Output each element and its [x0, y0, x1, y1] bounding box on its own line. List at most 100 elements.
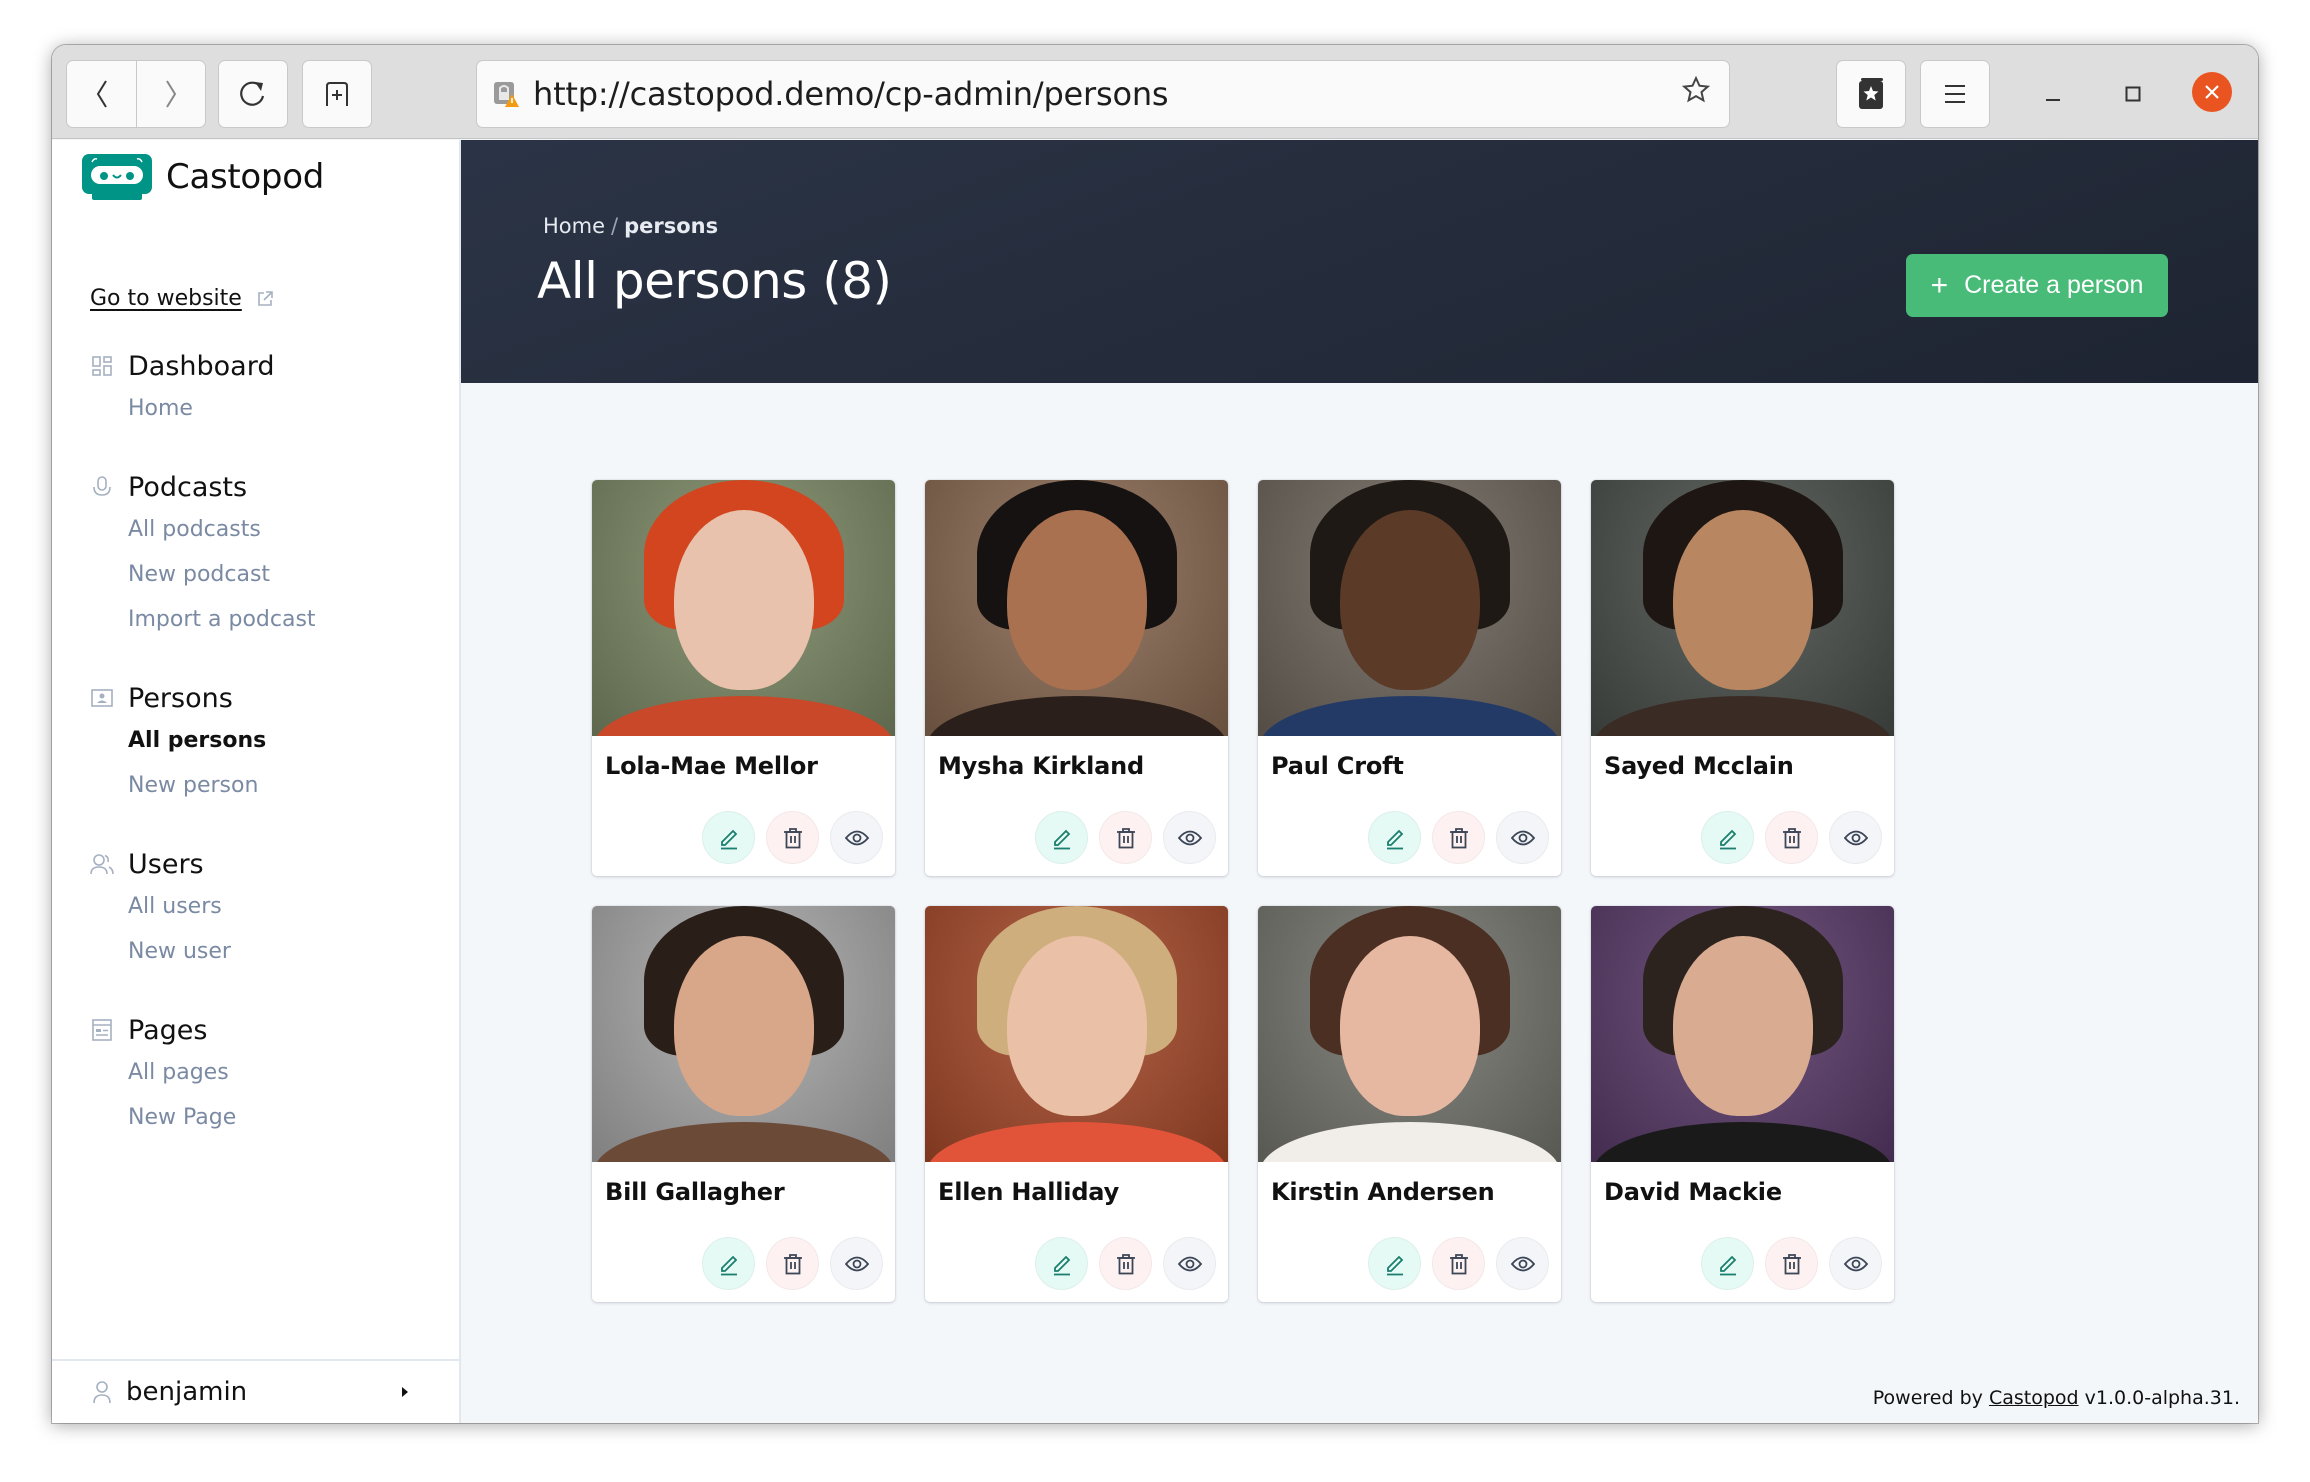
minimize-button[interactable] — [2030, 71, 2076, 117]
pencil-icon — [1386, 829, 1403, 849]
sidebar-item-new-podcast[interactable]: New podcast — [128, 552, 450, 597]
nav-heading-podcasts: Podcasts — [90, 467, 450, 507]
library-button[interactable] — [1836, 60, 1906, 128]
edit-person-button[interactable] — [1701, 1237, 1754, 1290]
star-icon — [1681, 75, 1711, 103]
person-actions — [1368, 1237, 1549, 1290]
page-title: All persons (8) — [537, 252, 892, 310]
person-card[interactable]: Mysha Kirkland — [925, 480, 1228, 876]
edit-person-button[interactable] — [1035, 1237, 1088, 1290]
person-avatar — [592, 480, 895, 736]
hamburger-menu-icon — [1945, 85, 1965, 103]
view-person-button[interactable] — [1829, 1237, 1882, 1290]
nav-group-podcasts: Podcasts All podcasts New podcast Import… — [90, 467, 450, 642]
view-person-button[interactable] — [1163, 811, 1216, 864]
person-card[interactable]: Sayed Mcclain — [1591, 480, 1894, 876]
brand-home-link[interactable]: Castopod — [82, 154, 324, 200]
maximize-button[interactable] — [2110, 71, 2156, 117]
breadcrumb-home-link[interactable]: Home — [543, 214, 605, 238]
nav-heading-users: Users — [90, 844, 450, 884]
delete-person-button[interactable] — [1099, 811, 1152, 864]
create-person-label: Create a person — [1964, 271, 2144, 299]
sidebar-item-all-users[interactable]: All users — [128, 884, 450, 929]
delete-person-button[interactable] — [1765, 811, 1818, 864]
edit-person-button[interactable] — [702, 1237, 755, 1290]
sidebar-nav: Dashboard Home Podcasts All podcasts New… — [90, 346, 450, 1176]
sidebar-item-import-podcast[interactable]: Import a podcast — [128, 597, 450, 642]
nav-heading-pages: Pages — [90, 1010, 450, 1050]
delete-person-button[interactable] — [1432, 811, 1485, 864]
view-person-button[interactable] — [1829, 811, 1882, 864]
nav-group-persons: Persons All persons New person — [90, 678, 450, 808]
view-person-button[interactable] — [830, 811, 883, 864]
view-person-button[interactable] — [830, 1237, 883, 1290]
person-card[interactable]: David Mackie — [1591, 906, 1894, 1302]
person-avatar — [1258, 906, 1561, 1162]
pencil-icon — [1053, 829, 1070, 849]
new-tab-button[interactable] — [302, 60, 372, 128]
avatar-shoulders — [1592, 696, 1893, 736]
sidebar-item-all-pages[interactable]: All pages — [128, 1050, 450, 1095]
edit-person-button[interactable] — [1035, 811, 1088, 864]
view-person-button[interactable] — [1496, 1237, 1549, 1290]
sidebar-item-new-page[interactable]: New Page — [128, 1095, 450, 1140]
edit-person-button[interactable] — [1368, 1237, 1421, 1290]
address-bar[interactable]: http://castopod.demo/cp-admin/persons — [476, 60, 1730, 128]
forward-button[interactable] — [136, 61, 205, 127]
avatar-shoulders — [926, 696, 1227, 736]
view-person-button[interactable] — [1496, 811, 1549, 864]
castopod-link[interactable]: Castopod — [1989, 1387, 2079, 1409]
person-card[interactable]: Kirstin Andersen — [1258, 906, 1561, 1302]
delete-person-button[interactable] — [1765, 1237, 1818, 1290]
trash-icon — [1782, 827, 1801, 848]
create-person-button[interactable]: + Create a person — [1906, 254, 2168, 317]
page-footer: Powered by Castopod v1.0.0-alpha.31. — [1873, 1387, 2240, 1409]
go-to-website-link[interactable]: Go to website — [90, 286, 242, 311]
close-window-button[interactable] — [2192, 72, 2232, 112]
person-card[interactable]: Bill Gallagher — [592, 906, 895, 1302]
view-person-button[interactable] — [1163, 1237, 1216, 1290]
caret-right-icon — [402, 1387, 408, 1397]
new-tab-icon — [326, 82, 348, 106]
sidebar-item-new-person[interactable]: New person — [128, 763, 450, 808]
avatar-shoulders — [926, 1122, 1227, 1162]
bookmark-star-button[interactable] — [1681, 75, 1711, 109]
chevron-right-icon — [166, 80, 177, 108]
sidebar-item-home[interactable]: Home — [128, 386, 450, 431]
sidebar-item-new-user[interactable]: New user — [128, 929, 450, 974]
close-icon — [2205, 85, 2219, 99]
back-button[interactable] — [67, 61, 136, 127]
avatar-shoulders — [1259, 696, 1560, 736]
nav-group-users: Users All users New user — [90, 844, 450, 974]
person-card[interactable]: Ellen Halliday — [925, 906, 1228, 1302]
user-menu-toggle[interactable]: benjamin — [52, 1359, 459, 1423]
person-avatar — [925, 906, 1228, 1162]
delete-person-button[interactable] — [766, 811, 819, 864]
sidebar-item-all-persons[interactable]: All persons — [128, 718, 450, 763]
avatar-face — [673, 510, 814, 690]
dashboard-grid-icon — [90, 354, 114, 378]
reload-button[interactable] — [218, 60, 288, 128]
edit-person-button[interactable] — [702, 811, 755, 864]
person-name: Mysha Kirkland — [938, 752, 1144, 780]
browser-toolbar: http://castopod.demo/cp-admin/persons — [52, 45, 2258, 139]
pencil-icon — [1386, 1255, 1403, 1275]
nav-heading-dashboard: Dashboard — [90, 346, 450, 386]
person-name: Kirstin Andersen — [1271, 1178, 1495, 1206]
person-name: Sayed Mcclain — [1604, 752, 1794, 780]
delete-person-button[interactable] — [766, 1237, 819, 1290]
delete-person-button[interactable] — [1099, 1237, 1152, 1290]
person-card[interactable]: Lola-Mae Mellor — [592, 480, 895, 876]
edit-person-button[interactable] — [1701, 811, 1754, 864]
microphone-icon — [90, 475, 114, 499]
edit-person-button[interactable] — [1368, 811, 1421, 864]
nav-group-pages: Pages All pages New Page — [90, 1010, 450, 1140]
person-folder-icon — [90, 686, 114, 710]
person-actions — [1368, 811, 1549, 864]
app-menu-button[interactable] — [1920, 60, 1990, 128]
sidebar-item-all-podcasts[interactable]: All podcasts — [128, 507, 450, 552]
person-card[interactable]: Paul Croft — [1258, 480, 1561, 876]
eye-icon — [1510, 830, 1535, 845]
delete-person-button[interactable] — [1432, 1237, 1485, 1290]
person-name: Paul Croft — [1271, 752, 1404, 780]
